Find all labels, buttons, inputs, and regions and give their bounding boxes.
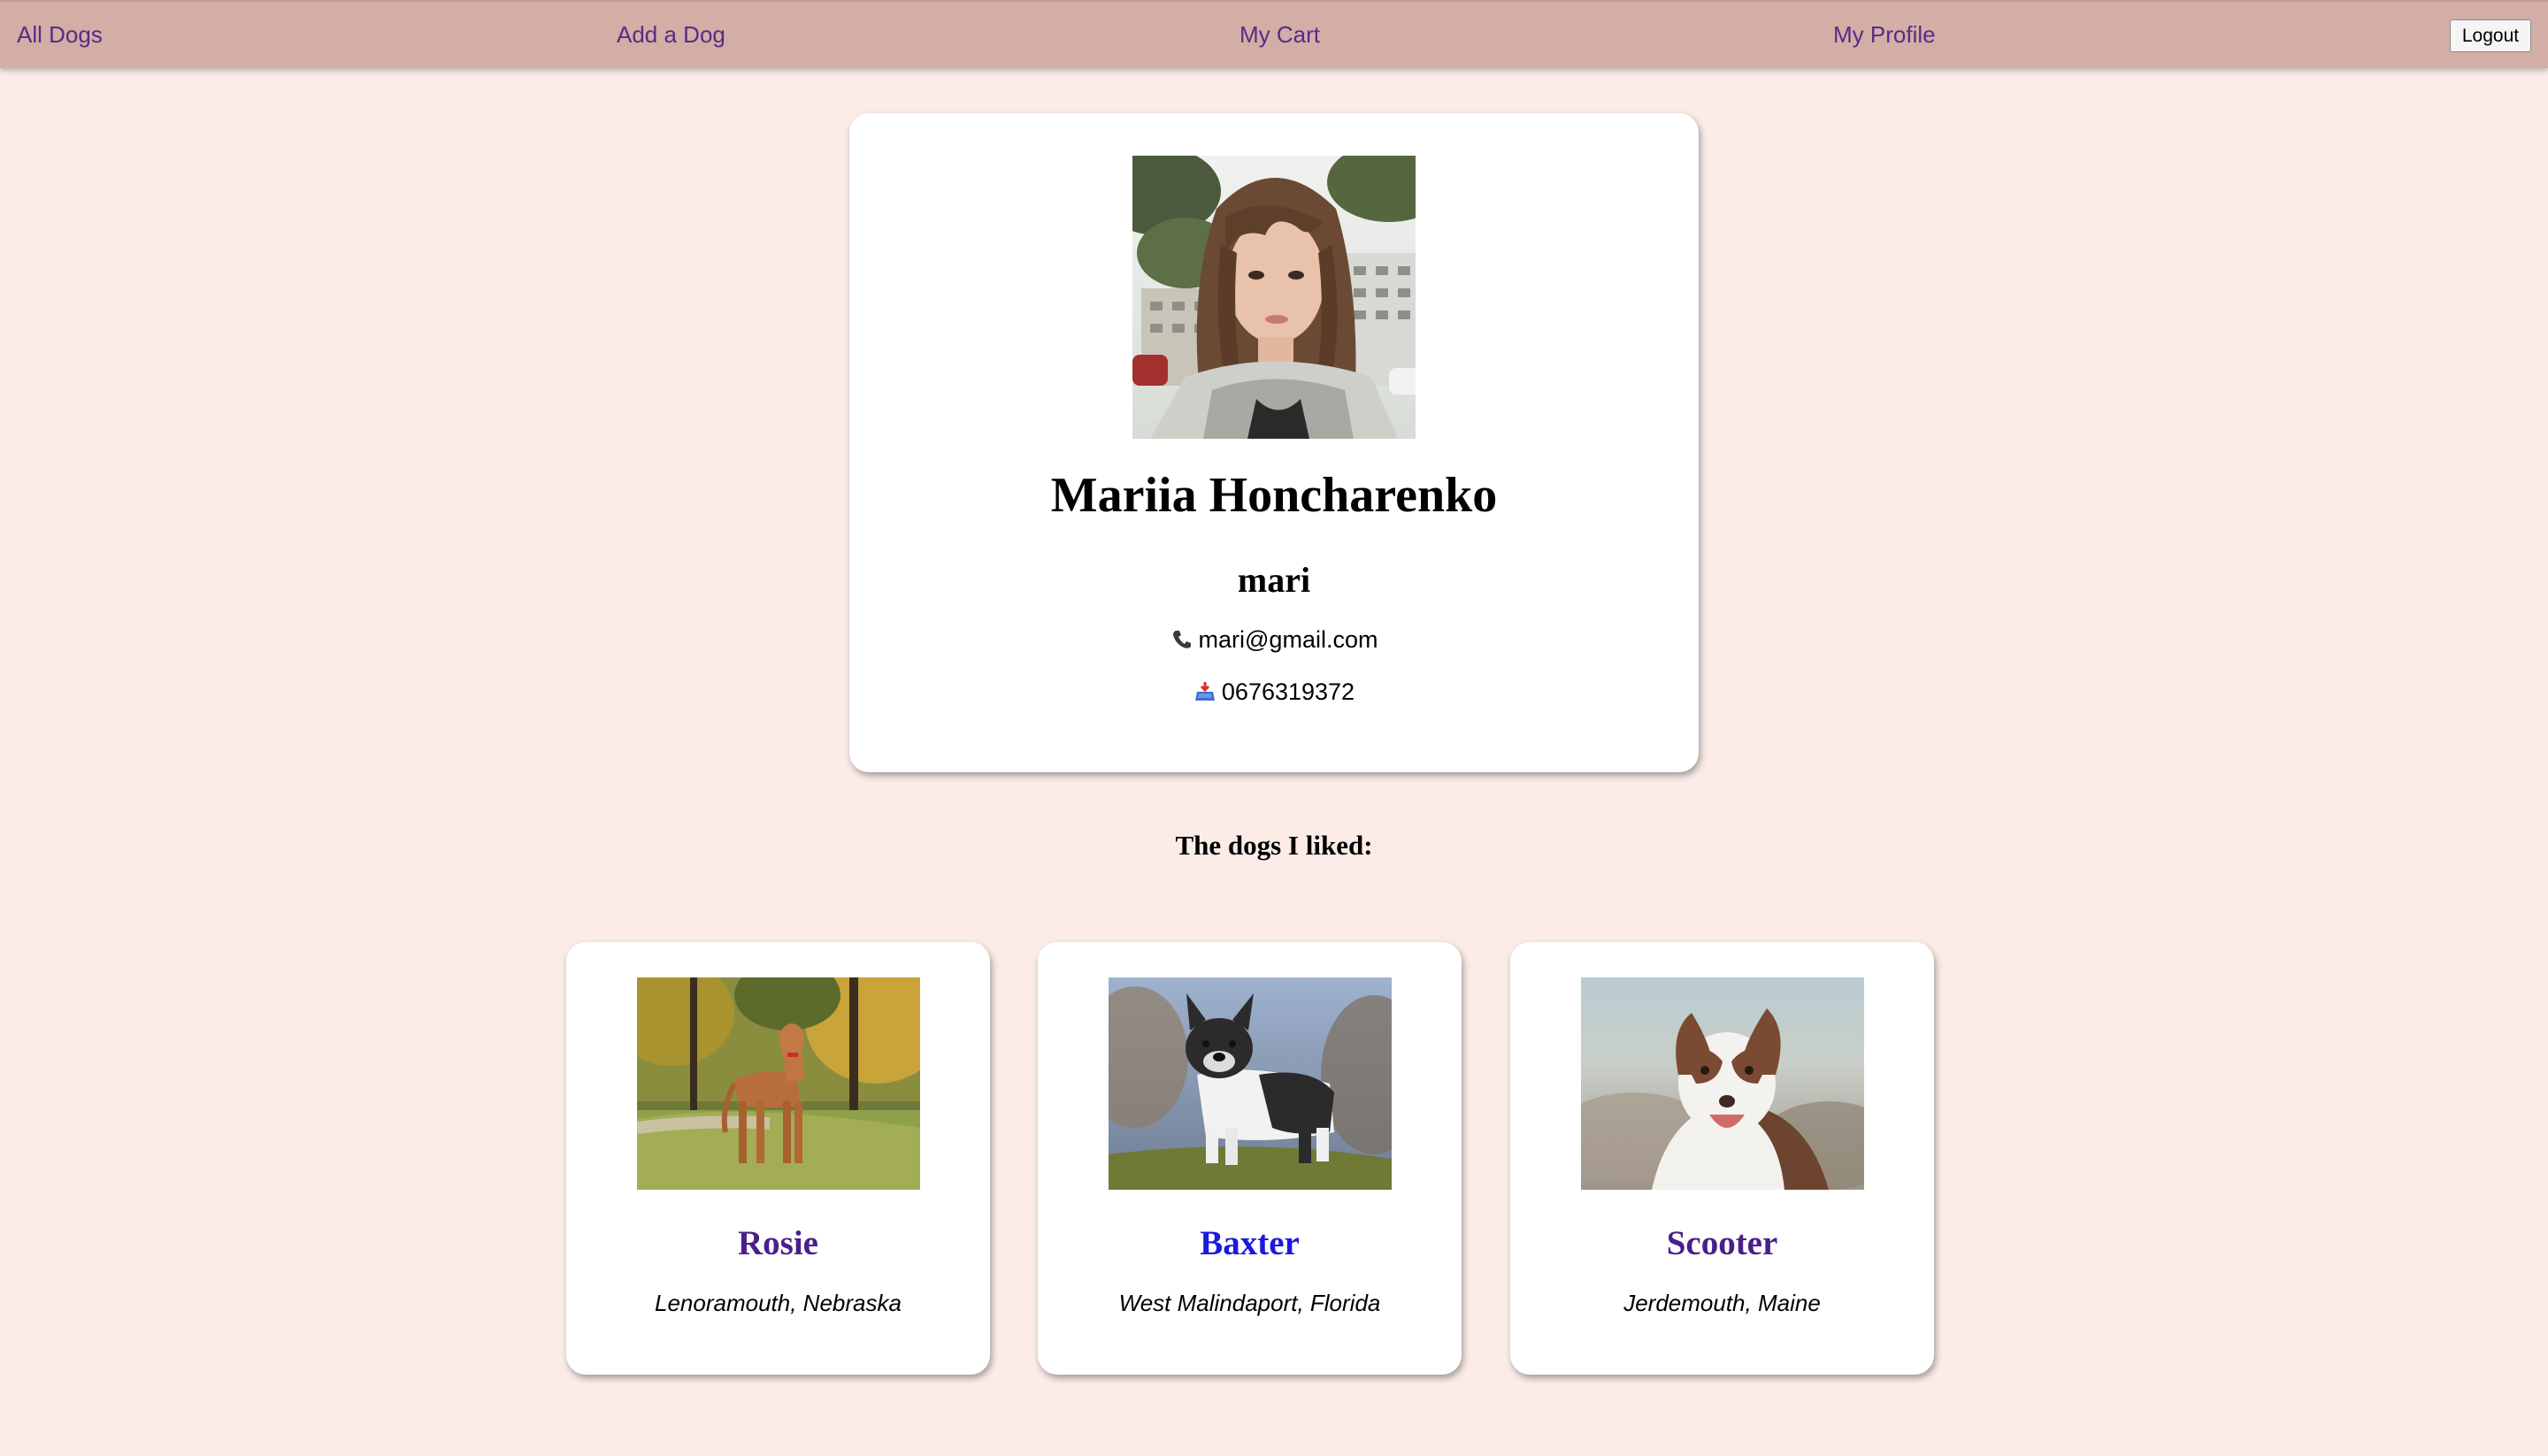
profile-phone: 0676319372 [1221, 678, 1355, 705]
profile-username: mari [1237, 560, 1311, 600]
dog-card[interactable]: Baxter West Malindaport, Florida [1038, 942, 1462, 1375]
inbox-tray-icon [1193, 678, 1216, 706]
nav-add-dog-link[interactable]: Add a Dog [617, 21, 725, 49]
dog-name-link[interactable]: Scooter [1510, 1223, 1934, 1263]
dog-name-link[interactable]: Baxter [1038, 1223, 1462, 1263]
profile-full-name: Mariia Honcharenko [1050, 468, 1498, 523]
profile-phone-row: 0676319372 [849, 678, 1699, 706]
dog-name-link[interactable]: Rosie [566, 1223, 990, 1263]
dog-location: Lenoramouth, Nebraska [655, 1290, 902, 1316]
dog-photo[interactable] [1581, 977, 1864, 1190]
nav-all-dogs-link[interactable]: All Dogs [17, 21, 103, 49]
dog-location: Jerdemouth, Maine [1623, 1290, 1821, 1316]
top-navbar: All Dogs Add a Dog My Cart My Profile Lo… [0, 0, 2548, 68]
phone-icon [1170, 626, 1193, 654]
liked-dogs-heading: The dogs I liked: [1175, 830, 1373, 861]
logout-button[interactable]: Logout [2450, 19, 2531, 52]
dog-photo[interactable] [637, 977, 920, 1190]
nav-my-cart-link[interactable]: My Cart [1239, 21, 1320, 49]
profile-email-row: mari@gmail.com [849, 626, 1699, 654]
dog-card[interactable]: Scooter Jerdemouth, Maine [1510, 942, 1934, 1375]
nav-my-profile-link[interactable]: My Profile [1833, 21, 1936, 49]
profile-card: Mariia Honcharenko mari mari@gmail.com 0… [849, 113, 1699, 772]
profile-email: mari@gmail.com [1198, 626, 1378, 653]
avatar [1132, 156, 1416, 439]
dog-card[interactable]: Rosie Lenoramouth, Nebraska [566, 942, 990, 1375]
dog-location: West Malindaport, Florida [1118, 1290, 1381, 1316]
dog-photo[interactable] [1109, 977, 1392, 1190]
